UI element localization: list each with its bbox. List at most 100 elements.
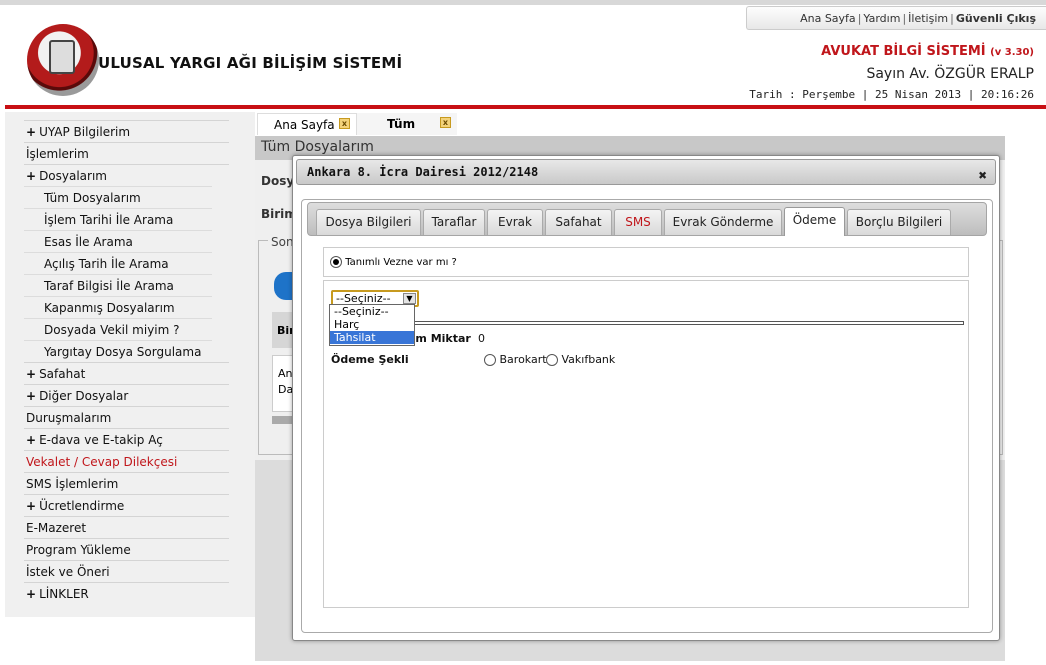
product-title: AVUKAT BİLGİ SİSTEMİ (v 3.30) xyxy=(821,44,1034,59)
sidebar-item[interactable]: + Safahat xyxy=(24,362,229,384)
tab-odeme[interactable]: Ödeme xyxy=(784,207,845,236)
sidebar-item[interactable]: Vekalet / Cevap Dilekçesi xyxy=(24,450,229,472)
tab-sms[interactable]: SMS xyxy=(614,209,662,235)
sidebar-item[interactable]: Tüm Dosyalarım xyxy=(24,186,212,208)
modal-title-bar: Ankara 8. İcra Dairesi 2012/2148 ✖ xyxy=(296,159,996,185)
sidebar-item[interactable]: Duruşmalarım xyxy=(24,406,229,428)
contact-link[interactable]: İletişim xyxy=(908,12,948,25)
sidebar-item[interactable]: İşlemlerim xyxy=(24,142,229,164)
chevron-down-icon: ▼ xyxy=(403,293,416,304)
case-detail-modal: Ankara 8. İcra Dairesi 2012/2148 ✖ Dosya… xyxy=(292,155,1000,641)
vakifbank-radio[interactable] xyxy=(546,354,558,366)
sidebar-item-label: Duruşmalarım xyxy=(26,411,112,425)
sidebar-item-label: İstek ve Öneri xyxy=(26,565,110,579)
sidebar-item-label: Dosyada Vekil miyim ? xyxy=(44,323,180,337)
tab-borclu-bilgileri[interactable]: Borçlu Bilgileri xyxy=(847,209,951,235)
expand-icon: + xyxy=(26,367,37,381)
close-tab-icon[interactable]: x xyxy=(440,117,451,128)
logout-link[interactable]: Güvenli Çıkış xyxy=(956,12,1036,25)
sidebar-item-label: E-dava ve E-takip Aç xyxy=(39,433,163,447)
sidebar-item[interactable]: Açılış Tarih İle Arama xyxy=(24,252,212,274)
sidebar-menu: + UYAP Bilgilerim İşlemlerim + Dosyalarım Tüm… xyxy=(24,120,229,604)
sidebar-item-label: Taraf Bilgisi İle Arama xyxy=(44,279,174,293)
sidebar-item[interactable]: + Dosyalarım xyxy=(24,164,229,186)
sidebar-item[interactable]: E-Mazeret xyxy=(24,516,229,538)
vezne-label: Tanımlı Vezne var mı ? xyxy=(345,257,457,268)
sidebar-item[interactable]: Esas İle Arama xyxy=(24,230,212,252)
sidebar-item[interactable]: + UYAP Bilgilerim xyxy=(24,120,229,142)
option-harc[interactable]: Harç xyxy=(330,318,414,331)
sidebar-item-label: İşlemlerim xyxy=(26,147,89,161)
sidebar-item[interactable]: + Diğer Dosyalar xyxy=(24,384,229,406)
help-link[interactable]: Yardım xyxy=(863,12,900,25)
sidebar-item-label: Safahat xyxy=(39,367,86,381)
expand-icon: + xyxy=(26,499,37,513)
sidebar-item[interactable]: Program Yükleme xyxy=(24,538,229,560)
sidebar-item-label: Ücretlendirme xyxy=(39,499,125,513)
barokart-radio[interactable] xyxy=(484,354,496,366)
expand-icon: + xyxy=(26,125,37,139)
sidebar-item-label: SMS İşlemlerim xyxy=(26,477,119,491)
payment-method-label: Ödeme Şekli xyxy=(331,353,409,366)
sidebar-item[interactable]: + Ücretlendirme xyxy=(24,494,229,516)
top-links: Ana Sayfa | Yardım | İletişim | Güvenli Çıkış xyxy=(746,6,1046,30)
sidebar-item-label: Tüm Dosyalarım xyxy=(44,191,141,205)
vezne-row: Tanımlı Vezne var mı ? xyxy=(323,247,969,277)
tab-ana-sayfa[interactable]: Ana Sayfa x xyxy=(257,113,357,135)
close-tab-icon[interactable]: x xyxy=(339,118,350,129)
user-name: Sayın Av. ÖZGÜR ERALP xyxy=(866,66,1034,82)
sidebar-item-label: UYAP Bilgilerim xyxy=(39,125,131,139)
header-divider xyxy=(5,105,1046,109)
sidebar-item-label: Esas İle Arama xyxy=(44,235,133,249)
sidebar-item[interactable]: SMS İşlemlerim xyxy=(24,472,229,494)
sidebar-item[interactable]: Kapanmış Dosyalarım xyxy=(24,296,212,318)
sidebar-item-label: E-Mazeret xyxy=(26,521,87,535)
close-icon[interactable]: ✖ xyxy=(979,164,987,188)
tab-dosya-bilgileri[interactable]: Dosya Bilgileri xyxy=(316,209,421,235)
expand-icon: + xyxy=(26,389,37,403)
tab-taraflar[interactable]: Taraflar xyxy=(423,209,485,235)
sidebar-item-label: İşlem Tarihi İle Arama xyxy=(44,213,174,227)
sidebar-item[interactable]: Yargıtay Dosya Sorgulama xyxy=(24,340,212,362)
logo-emblem xyxy=(49,40,75,74)
sidebar-item-label: Yargıtay Dosya Sorgulama xyxy=(44,345,202,359)
expand-icon: + xyxy=(26,169,37,183)
vakifbank-option[interactable]: Vakıfbank xyxy=(546,353,615,366)
expand-icon: + xyxy=(26,433,37,447)
uyap-logo xyxy=(27,24,99,96)
tab-label: Tüm xyxy=(387,117,416,131)
sidebar-item[interactable]: Taraf Bilgisi İle Arama xyxy=(24,274,212,296)
tab-label: Ana Sayfa xyxy=(274,118,335,132)
top-border xyxy=(0,0,1046,5)
sidebar-item-label: Program Yükleme xyxy=(26,543,131,557)
tab-safahat[interactable]: Safahat xyxy=(545,209,612,235)
sidebar-item-label: Diğer Dosyalar xyxy=(39,389,129,403)
sidebar-item[interactable]: + E-dava ve E-takip Aç xyxy=(24,428,229,450)
home-link[interactable]: Ana Sayfa xyxy=(800,12,856,25)
sidebar-item[interactable]: İstek ve Öneri xyxy=(24,560,229,582)
amount-label: am Miktar xyxy=(408,332,471,345)
option-tahsilat[interactable]: Tahsilat xyxy=(330,331,414,344)
sidebar-item-label: Dosyalarım xyxy=(39,169,107,183)
tab-evrak-gonderme[interactable]: Evrak Gönderme xyxy=(664,209,782,235)
modal-tabs: Dosya Bilgileri Taraflar Evrak Safahat S… xyxy=(307,202,987,236)
progress-divider xyxy=(404,321,964,325)
sidebar-item-label: LİNKLER xyxy=(39,587,89,601)
sidebar-item[interactable]: İşlem Tarihi İle Arama xyxy=(24,208,212,230)
product-version: (v 3.30) xyxy=(990,47,1034,58)
option-seciniz[interactable]: --Seçiniz-- xyxy=(330,305,414,318)
tab-tum[interactable]: Tüm x xyxy=(357,113,457,135)
sidebar-item[interactable]: + LİNKLER xyxy=(24,582,229,604)
vezne-radio[interactable] xyxy=(330,256,342,268)
sidebar-item-label: Kapanmış Dosyalarım xyxy=(44,301,175,315)
payment-form: --Seçiniz-- ▼ am Miktar 0 Ödeme Şekli Ba… xyxy=(323,280,969,608)
amount-value: 0 xyxy=(478,332,485,345)
modal-title: Ankara 8. İcra Dairesi 2012/2148 xyxy=(307,165,539,179)
app-title: ULUSAL YARGI AĞI BİLİŞİM SİSTEMİ xyxy=(98,54,403,72)
date-line: Tarih : Perşembe | 25 Nisan 2013 | 20:16… xyxy=(749,88,1034,101)
tab-evrak[interactable]: Evrak xyxy=(487,209,543,235)
sidebar-item[interactable]: Dosyada Vekil miyim ? xyxy=(24,318,212,340)
sidebar-item-label: Açılış Tarih İle Arama xyxy=(44,257,169,271)
barokart-option[interactable]: Barokart xyxy=(484,353,547,366)
payment-type-dropdown: --Seçiniz-- Harç Tahsilat xyxy=(329,304,415,346)
